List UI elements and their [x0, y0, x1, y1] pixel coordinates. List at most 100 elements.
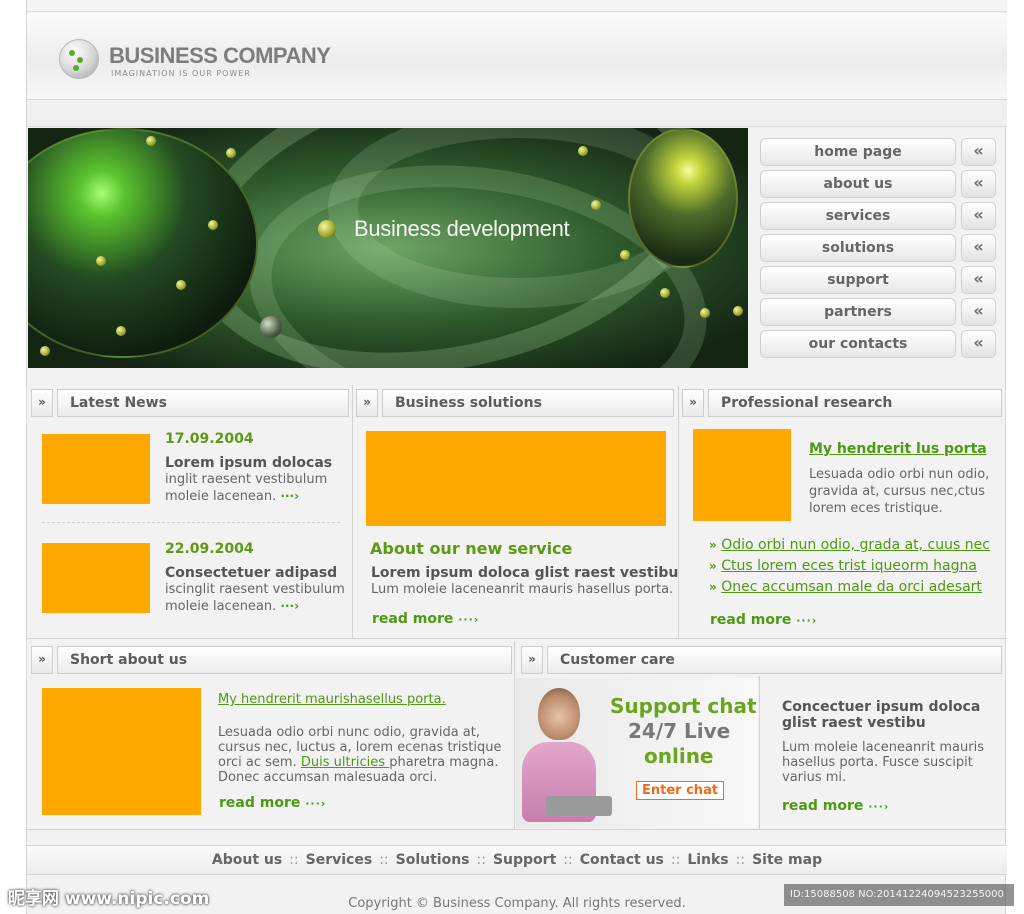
- column-divider: [352, 385, 353, 638]
- business-solutions-header: » Business solutions: [356, 389, 674, 417]
- nav-contacts-arrow-icon[interactable]: «: [961, 330, 996, 358]
- solutions-headline[interactable]: About our new service: [370, 539, 572, 558]
- read-more-arrow-icon: ···›: [796, 614, 818, 627]
- care-read-more-link[interactable]: read more ···›: [782, 798, 889, 814]
- nav-home-button[interactable]: home page: [760, 138, 956, 166]
- nav-item-support[interactable]: support «: [760, 266, 1000, 294]
- nav-partners-arrow-icon[interactable]: «: [961, 298, 996, 326]
- footer-link-solutions[interactable]: Solutions: [396, 852, 470, 868]
- nav-services-button[interactable]: services: [760, 202, 956, 230]
- news-more-link[interactable]: ···›: [280, 599, 299, 613]
- nav-item-solutions[interactable]: solutions «: [760, 234, 1000, 262]
- research-thumbnail[interactable]: [693, 429, 791, 521]
- news-thumbnail[interactable]: [42, 434, 150, 504]
- about-image[interactable]: [42, 688, 201, 815]
- news-thumbnail[interactable]: [42, 543, 150, 613]
- main-nav: home page « about us « services « soluti…: [760, 138, 1000, 362]
- section-arrow-icon[interactable]: »: [356, 389, 378, 417]
- nav-partners-button[interactable]: partners: [760, 298, 956, 326]
- nav-item-home[interactable]: home page «: [760, 138, 1000, 166]
- short-about-title: Short about us: [57, 646, 512, 674]
- about-text: cursus nec, luctus a, lorem ecenas trist…: [218, 740, 502, 755]
- duis-ultricies-link[interactable]: Duis ultricies: [301, 755, 389, 770]
- column-divider: [759, 676, 760, 829]
- research-title-link[interactable]: My hendrerit lus porta: [809, 441, 987, 457]
- professional-research-header: » Professional research: [682, 389, 1002, 417]
- read-more-label: read more: [710, 612, 792, 628]
- about-text: Lesuada odio orbi nunc odio, gravida at,: [218, 725, 480, 740]
- about-text-line: orci ac sem.: [218, 755, 301, 770]
- footer-link-support[interactable]: Support: [493, 852, 556, 868]
- footer-separator: ::: [379, 852, 389, 868]
- nav-about-arrow-icon[interactable]: «: [961, 170, 996, 198]
- nav-services-arrow-icon[interactable]: «: [961, 202, 996, 230]
- footer-separator: ::: [289, 852, 299, 868]
- news-text-line: moleie lacenean.: [165, 599, 277, 614]
- research-list-item[interactable]: » Odio orbi nun odio, grada at, cuus nec: [709, 537, 990, 553]
- solutions-read-more-link[interactable]: read more ···›: [372, 611, 479, 627]
- bullet-icon: »: [709, 580, 717, 594]
- banner-caption: Business development: [354, 216, 570, 241]
- news-date: 22.09.2004: [165, 541, 254, 557]
- nav-solutions-arrow-icon[interactable]: «: [961, 234, 996, 262]
- care-text: Lum moleie laceneanrit mauris: [782, 740, 984, 755]
- footer-link-services[interactable]: Services: [306, 852, 373, 868]
- read-more-arrow-icon: ···›: [458, 613, 480, 626]
- customer-care-header: » Customer care: [521, 646, 1002, 674]
- research-list-item[interactable]: » Ctus lorem eces trist iqueorm hagna: [709, 558, 977, 574]
- latest-news-title: Latest News: [57, 389, 349, 417]
- nav-item-contacts[interactable]: our contacts «: [760, 330, 1000, 358]
- news-text-line: moleie lacenean.: [165, 489, 277, 504]
- nav-solutions-button[interactable]: solutions: [760, 234, 956, 262]
- research-text: lorem eces tristique.: [809, 501, 943, 516]
- nav-item-services[interactable]: services «: [760, 202, 1000, 230]
- nav-contacts-button[interactable]: our contacts: [760, 330, 956, 358]
- research-link[interactable]: Onec accumsan male da orci adesart: [721, 579, 982, 595]
- research-link[interactable]: Odio orbi nun odio, grada at, cuus nec: [721, 537, 990, 553]
- support-agent-image: [520, 684, 612, 826]
- nav-home-arrow-icon[interactable]: «: [961, 138, 996, 166]
- about-title-link[interactable]: My hendrerit maurishasellus porta.: [218, 692, 446, 707]
- footer-separator: ::: [476, 852, 486, 868]
- read-more-label: read more: [782, 798, 864, 814]
- company-tagline: IMAGINATION IS OUR POWER: [111, 69, 251, 78]
- column-divider: [514, 641, 515, 829]
- read-more-arrow-icon: ···›: [305, 797, 327, 810]
- section-arrow-icon[interactable]: »: [31, 389, 53, 417]
- research-text: Lesuada odio orbi nun odio,: [809, 467, 990, 482]
- section-arrow-icon[interactable]: »: [31, 646, 53, 674]
- footer-link-sitemap[interactable]: Site map: [752, 852, 822, 868]
- solutions-image[interactable]: [366, 431, 666, 526]
- row-divider: [27, 829, 1007, 830]
- care-heading: glist raest vestibu: [782, 715, 926, 731]
- read-more-arrow-icon: ···›: [868, 800, 890, 813]
- about-text: Donec accumsan malesuada orci.: [218, 770, 438, 785]
- nav-item-about[interactable]: about us «: [760, 170, 1000, 198]
- logo-icon[interactable]: [59, 39, 99, 79]
- nav-item-partners[interactable]: partners «: [760, 298, 1000, 326]
- news-heading[interactable]: Consectetuer adipasd: [165, 565, 337, 581]
- footer-link-links[interactable]: Links: [687, 852, 728, 868]
- research-read-more-link[interactable]: read more ···›: [710, 612, 817, 628]
- footer-link-about[interactable]: About us: [212, 852, 282, 868]
- research-link[interactable]: Ctus lorem eces trist iqueorm hagna: [721, 558, 977, 574]
- header: BUSINESS COMPANY IMAGINATION IS OUR POWE…: [27, 13, 1007, 100]
- about-read-more-link[interactable]: read more ···›: [219, 795, 326, 811]
- chat-hours: 24/7 Live: [628, 719, 731, 743]
- bullet-icon: »: [709, 559, 717, 573]
- section-arrow-icon[interactable]: »: [682, 389, 704, 417]
- footer-separator: ::: [563, 852, 573, 868]
- footer-link-contact[interactable]: Contact us: [580, 852, 664, 868]
- company-name[interactable]: BUSINESS COMPANY: [109, 43, 331, 69]
- watermark-logo: 昵享网 www.nipic.com: [8, 889, 210, 909]
- research-list-item[interactable]: » Onec accumsan male da orci adesart: [709, 579, 982, 595]
- nav-support-button[interactable]: support: [760, 266, 956, 294]
- nav-support-arrow-icon[interactable]: «: [961, 266, 996, 294]
- section-arrow-icon[interactable]: »: [521, 646, 543, 674]
- care-heading: Concectuer ipsum doloca: [782, 699, 981, 715]
- enter-chat-button[interactable]: Enter chat: [636, 781, 725, 800]
- news-heading[interactable]: Lorem ipsum dolocas: [165, 455, 332, 471]
- news-more-link[interactable]: ···›: [280, 489, 299, 503]
- customer-care-title: Customer care: [547, 646, 1002, 674]
- nav-about-button[interactable]: about us: [760, 170, 956, 198]
